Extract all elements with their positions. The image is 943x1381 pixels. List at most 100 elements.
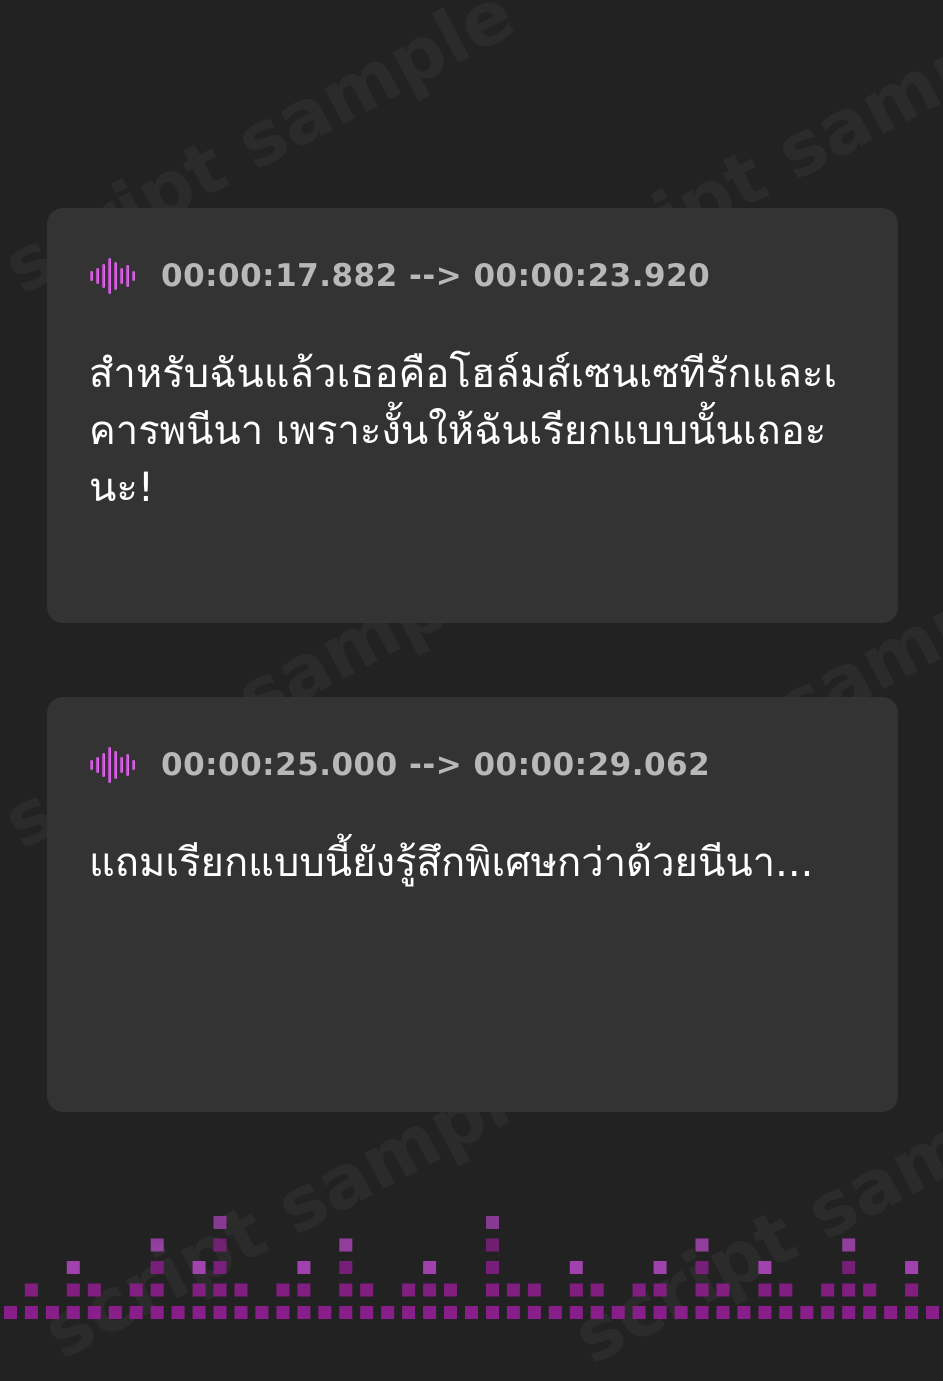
equalizer-cell — [842, 1238, 856, 1252]
equalizer-cell — [486, 1216, 499, 1229]
equalizer-cell — [905, 1283, 919, 1297]
equalizer-cell — [66, 1261, 80, 1274]
equalizer-cell — [297, 1283, 311, 1297]
cue-subtitle-text: แถมเรียกแบบนี้ยังรู้สึกพิเศษกว่าด้วยนีนา… — [89, 840, 814, 886]
equalizer-cell — [486, 1306, 499, 1319]
equalizer-cell — [653, 1306, 667, 1319]
equalizer-cell — [213, 1216, 227, 1229]
equalizer-cell — [569, 1306, 583, 1319]
cue-header: 00:00:17.882 --> 00:00:23.920 — [89, 256, 710, 296]
equalizer-cell — [339, 1261, 353, 1274]
subtitle-cue-card: 00:00:17.882 --> 00:00:23.920 สำหรับฉันแ… — [47, 208, 898, 623]
equalizer-cell — [527, 1306, 541, 1319]
equalizer-cell — [192, 1283, 206, 1297]
equalizer-cell — [653, 1261, 667, 1274]
equalizer-cell — [905, 1306, 919, 1319]
equalizer-graphic — [4, 1216, 939, 1319]
equalizer-cell — [569, 1261, 583, 1274]
equalizer-cell — [213, 1283, 227, 1297]
equalizer-cell — [611, 1306, 625, 1319]
equalizer-cell — [758, 1261, 772, 1274]
equalizer-cell — [695, 1238, 709, 1252]
equalizer-cell — [779, 1306, 793, 1319]
equalizer-cell — [66, 1306, 80, 1319]
equalizer-cell — [339, 1238, 353, 1252]
equalizer-cell — [297, 1261, 311, 1274]
equalizer-cell — [213, 1306, 227, 1319]
equalizer-cell — [674, 1306, 688, 1319]
equalizer-cell — [423, 1261, 437, 1274]
equalizer-cell — [506, 1283, 520, 1297]
equalizer-cell — [45, 1306, 59, 1319]
equalizer-cell — [590, 1306, 604, 1319]
equalizer-cell — [234, 1306, 248, 1319]
equalizer-cell — [527, 1283, 541, 1297]
equalizer-cell — [737, 1306, 751, 1319]
equalizer-cell — [297, 1306, 311, 1319]
equalizer-cell — [150, 1283, 164, 1297]
equalizer-cell — [150, 1261, 164, 1274]
equalizer-cell — [695, 1261, 709, 1274]
equalizer-cell — [402, 1306, 416, 1319]
equalizer-cell — [716, 1306, 730, 1319]
equalizer-cell — [192, 1261, 206, 1274]
equalizer-cell — [24, 1306, 38, 1319]
watermark-layer: script sample script sample script sampl… — [0, 0, 943, 1381]
cue-header: 00:00:25.000 --> 00:00:29.062 — [89, 745, 710, 785]
equalizer-cell — [360, 1306, 374, 1319]
audio-waveform-icon — [90, 747, 135, 783]
equalizer-cell — [653, 1283, 667, 1297]
equalizer-cell — [842, 1283, 856, 1297]
equalizer-cell — [423, 1306, 437, 1319]
equalizer-cell — [632, 1283, 646, 1297]
equalizer-cell — [234, 1283, 248, 1297]
equalizer-cell — [465, 1306, 478, 1319]
equalizer-cell — [318, 1306, 332, 1319]
audio-waveform-icon — [90, 258, 135, 294]
equalizer-cell — [842, 1261, 856, 1274]
equalizer-cell — [87, 1306, 101, 1319]
equalizer-cell — [486, 1238, 499, 1252]
equalizer-cell — [569, 1283, 583, 1297]
equalizer-cell — [108, 1306, 122, 1319]
cue-timecode: 00:00:25.000 --> 00:00:29.062 — [161, 747, 711, 783]
equalizer-cell — [339, 1306, 353, 1319]
equalizer-cell — [87, 1283, 101, 1297]
equalizer-cell — [758, 1283, 772, 1297]
equalizer-cell — [213, 1261, 227, 1274]
equalizer-cell — [821, 1306, 835, 1319]
equalizer-cell — [486, 1261, 499, 1274]
equalizer-cell — [716, 1283, 730, 1297]
equalizer-cell — [276, 1283, 290, 1297]
equalizer-cell — [129, 1283, 143, 1297]
cue-timecode: 00:00:17.882 --> 00:00:23.920 — [161, 258, 711, 294]
equalizer-cell — [863, 1306, 877, 1319]
equalizer-cell — [548, 1306, 562, 1319]
cue-subtitle-text: สำหรับฉันแล้วเธอคือโฮล์มส์เซนเซทีรักและเ… — [89, 351, 838, 511]
equalizer-cell — [276, 1306, 290, 1319]
equalizer-cell — [863, 1283, 877, 1297]
equalizer-cell — [360, 1283, 374, 1297]
equalizer-cell — [444, 1283, 457, 1297]
equalizer-cell — [4, 1306, 17, 1319]
equalizer-cell — [506, 1306, 520, 1319]
equalizer-cell — [423, 1283, 437, 1297]
equalizer-cell — [486, 1283, 499, 1297]
equalizer-cell — [255, 1306, 269, 1319]
equalizer-cell — [632, 1306, 646, 1319]
equalizer-bars-decoration — [0, 1200, 943, 1320]
equalizer-cell — [884, 1306, 898, 1319]
equalizer-cell — [150, 1238, 164, 1252]
equalizer-cell — [213, 1238, 227, 1252]
equalizer-cell — [150, 1306, 164, 1319]
equalizer-cell — [339, 1283, 353, 1297]
equalizer-cell — [905, 1261, 919, 1274]
equalizer-cell — [171, 1306, 185, 1319]
subtitle-cue-card: 00:00:25.000 --> 00:00:29.062 แถมเรียกแบ… — [47, 697, 898, 1112]
equalizer-cell — [192, 1306, 206, 1319]
equalizer-cell — [695, 1283, 709, 1297]
equalizer-cell — [695, 1306, 709, 1319]
equalizer-cell — [402, 1283, 416, 1297]
equalizer-cell — [926, 1306, 939, 1319]
equalizer-cell — [444, 1306, 457, 1319]
